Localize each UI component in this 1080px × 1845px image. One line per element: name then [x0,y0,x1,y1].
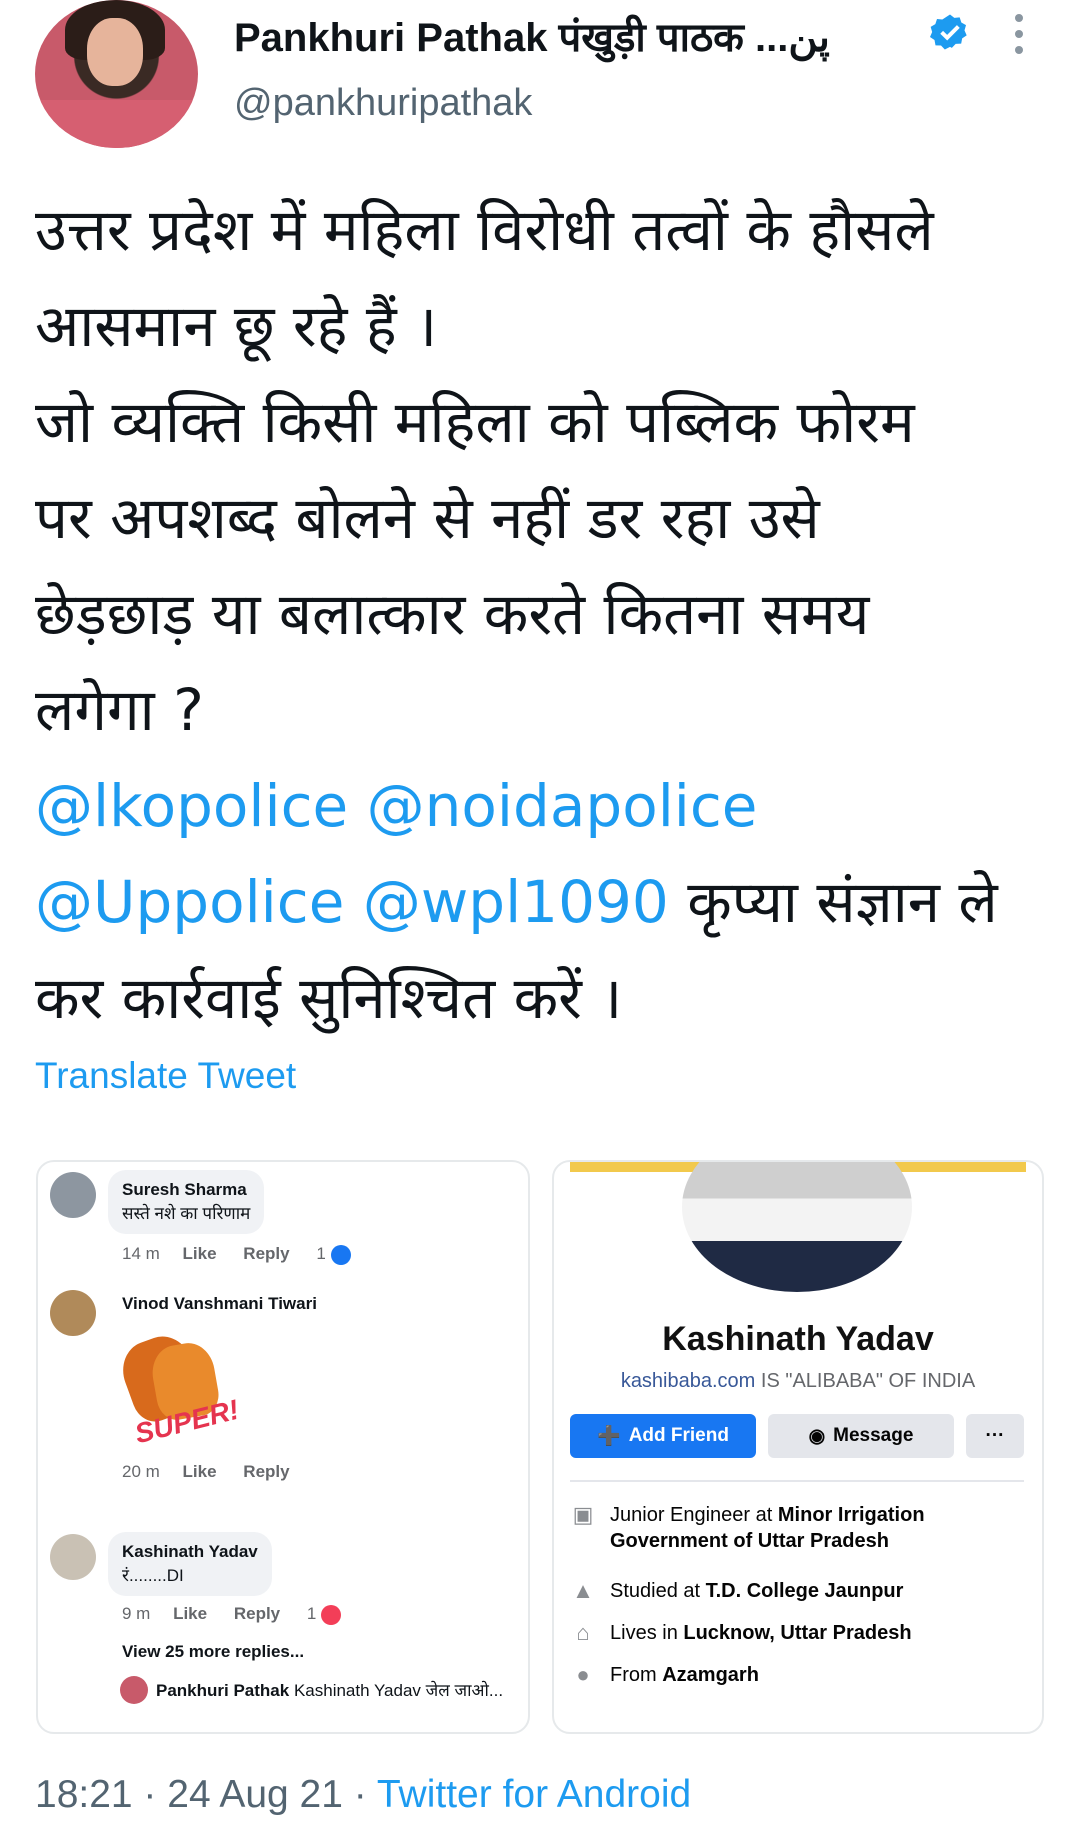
info-lives-place[interactable]: Lucknow, Uttar Pradesh [683,1622,911,1644]
location-pin-icon: ● [576,1662,590,1687]
commenter-avatar [50,1534,96,1580]
divider [570,1480,1024,1482]
profile-more-button[interactable]: ··· [966,1414,1024,1458]
profile-tagline: kashibaba.com IS "ALIBABA" OF INDIA [554,1370,1042,1393]
comment-meta: 14 m Like Reply 1 [122,1244,351,1265]
tweet-timestamp: 18:21 · 24 Aug 21 · Twitter for Android [35,1773,691,1817]
translate-tweet-link[interactable]: Translate Tweet [35,1055,296,1097]
tweet-line: जो व्यक्ति किसी महिला को पब्लिक फोरम [35,388,915,456]
comment-text: रं........DI [122,1566,184,1585]
reply-avatar [120,1676,148,1704]
reply-link[interactable]: Reply [234,1604,280,1623]
like-reaction-icon [330,1244,351,1265]
message-button[interactable]: ◉ Message [768,1414,954,1458]
tweet-line: छेड़छाड़ या बलात्कार करते कितना समय [35,580,870,648]
profile-website-link[interactable]: kashibaba.com [621,1370,756,1392]
comment-meta: 20 m Like Reply [122,1462,312,1482]
mention-link[interactable]: @lkopolice [35,772,348,840]
like-link[interactable]: Like [183,1244,217,1263]
add-friend-button[interactable]: ➕ Add Friend [570,1414,756,1458]
tweet-line: आसमान छू रहे हैं । [35,292,438,360]
author-display-name[interactable]: Pankhuri Pathak पंखुड़ी पाठक ...پن [234,8,830,63]
like-link[interactable]: Like [173,1604,207,1623]
attached-image-profile[interactable]: Kashinath Yadav kashibaba.com IS "ALIBAB… [552,1160,1044,1734]
info-work-prefix: Junior Engineer at [610,1504,778,1526]
attached-image-comments[interactable]: Suresh Sharma सस्ते नशे का परिणाम 14 m L… [36,1160,530,1734]
comment-meta: 9 m Like Reply 1 [122,1604,342,1625]
mention-link[interactable]: @Uppolice [35,868,344,936]
info-from: ● From Azamgarh [570,1662,759,1688]
comment-bubble: Kashinath Yadav रं........DI [108,1532,272,1596]
home-icon: ⌂ [576,1620,590,1645]
mention-link[interactable]: @noidapolice [367,772,758,840]
reaction-count: 1 [316,1244,326,1263]
tweet-line: कर कार्रवाई सुनिश्चित करें । [35,964,623,1032]
mention-link[interactable]: @wpl1090 [363,868,669,936]
comment-text: सस्ते नशे का परिणाम [122,1204,251,1223]
profile-name: Kashinath Yadav [662,1320,934,1358]
tweet-line: @Uppolice @wpl1090 कृप्या संज्ञान ले [35,854,1055,950]
message-label: Message [833,1425,914,1446]
reply-preview[interactable]: Pankhuri Pathak Kashinath Yadav जेल जाओ.… [156,1678,503,1701]
graduation-cap-icon: ▲ [572,1578,594,1603]
tweet-source-link[interactable]: Twitter for Android [377,1773,691,1816]
add-friend-label: Add Friend [628,1425,729,1446]
tweet-time[interactable]: 18:21 · 24 Aug 21 · [35,1773,377,1816]
info-from-place[interactable]: Azamgarh [662,1664,759,1686]
commenter-name[interactable]: Kashinath Yadav [122,1540,258,1564]
info-from-prefix: From [610,1664,663,1686]
tweet-line-text: कृप्या संज्ञान ले [687,868,998,936]
commenter-avatar [50,1290,96,1336]
comment-bubble: Suresh Sharma सस्ते नशे का परिणाम [108,1170,265,1234]
love-reaction-icon [321,1604,342,1625]
profile-tagline-text: IS "ALIBABA" OF INDIA [755,1370,976,1392]
reply-author: Pankhuri Pathak [156,1681,290,1700]
like-link[interactable]: Like [183,1462,217,1481]
info-study-place[interactable]: T.D. College Jaunpur [706,1580,904,1602]
commenter-avatar [50,1172,96,1218]
comment-time: 9 m [122,1604,151,1623]
author-handle[interactable]: @pankhuripathak [234,82,532,125]
info-study-prefix: Studied at [610,1580,706,1602]
commenter-name[interactable]: Suresh Sharma [122,1178,250,1202]
tweet-line: लगेगा ? [35,676,204,744]
profile-photo [682,1162,912,1292]
comment-time: 14 m [122,1244,160,1263]
messenger-icon: ◉ [808,1425,826,1447]
reply-text: Kashinath Yadav जेल जाओ... [293,1681,504,1700]
view-more-replies-link[interactable]: View 25 more replies... [122,1642,304,1662]
commenter-name[interactable]: Vinod Vanshmani Tiwari [122,1294,317,1314]
tweet-line: @lkopolice @noidapolice [35,758,1055,854]
briefcase-icon: ▣ [572,1502,594,1527]
info-work: ▣ Junior Engineer at Minor Irrigation Go… [570,1502,1042,1554]
info-lives-prefix: Lives in [610,1622,684,1644]
info-education: ▲ Studied at T.D. College Jaunpur [570,1578,903,1604]
comment-time: 20 m [122,1462,160,1481]
author-avatar[interactable] [35,0,198,148]
tweet-line: उत्तर प्रदेश में महिला विरोधी तत्वों के … [35,196,934,264]
reply-link[interactable]: Reply [243,1244,289,1263]
tweet-text: उत्तर प्रदेश में महिला विरोधी तत्वों के … [35,182,1055,1046]
add-friend-icon: ➕ [597,1426,621,1447]
super-sticker-icon: SUPER! [114,1328,242,1449]
tweet-line: पर अपशब्द बोलने से नहीं डर रहा उसे [35,484,820,552]
info-lives: ⌂ Lives in Lucknow, Uttar Pradesh [570,1620,911,1646]
reaction-count: 1 [306,1604,317,1623]
verified-badge-icon [930,14,967,50]
reply-link[interactable]: Reply [243,1462,289,1481]
more-options-icon[interactable] [1010,14,1028,58]
